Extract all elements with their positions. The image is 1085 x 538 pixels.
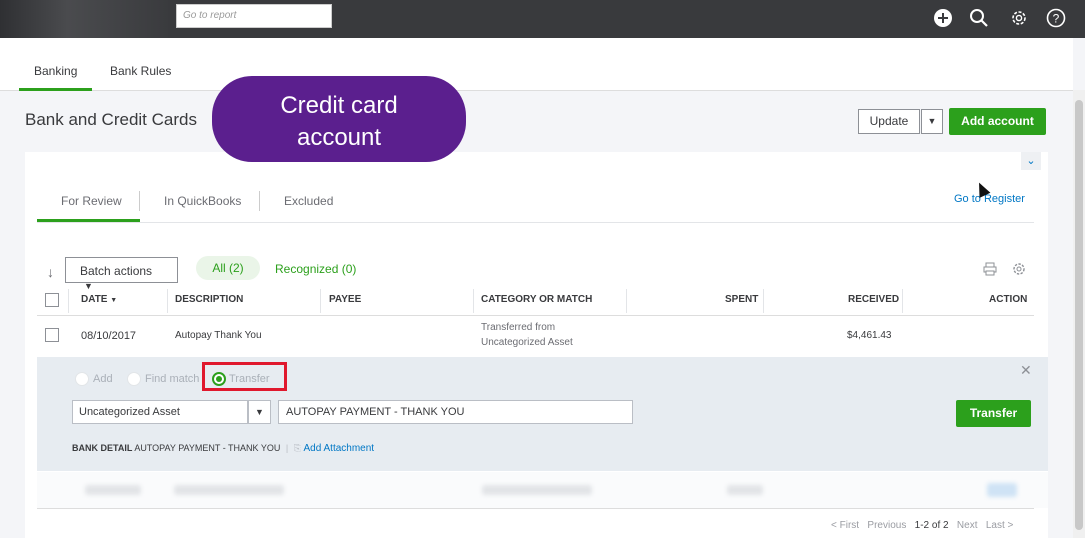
row-category-line-1: Transferred from (481, 322, 556, 333)
go-to-report-search[interactable]: Go to report (176, 4, 332, 28)
update-dropdown-button[interactable]: ▼ (921, 109, 943, 134)
divider (473, 289, 474, 313)
search-icon[interactable] (968, 7, 990, 29)
top-bar: Go to report ? (0, 0, 1085, 38)
column-payee[interactable]: PAYEE (329, 294, 361, 305)
divider (320, 289, 321, 313)
page-scrollbar-thumb[interactable] (1075, 100, 1083, 530)
radio-circle-icon (75, 372, 89, 386)
tab-banking[interactable]: Banking (18, 64, 93, 91)
category-select-toggle[interactable]: ▼ (248, 400, 271, 424)
update-button[interactable]: Update (858, 109, 920, 134)
row-date: 08/10/2017 (81, 330, 137, 342)
row-received: $4,461.43 (847, 330, 892, 341)
paperclip-icon: ⎘ (293, 443, 301, 453)
divider (37, 222, 1034, 223)
column-category[interactable]: CATEGORY OR MATCH (481, 294, 592, 305)
pager-first[interactable]: < First (831, 520, 859, 531)
divider: | (285, 443, 289, 453)
bank-detail-value: AUTOPAY PAYMENT - THANK YOU (134, 443, 281, 453)
table-row[interactable]: 08/10/2017 Autopay Thank You Transferred… (37, 316, 1034, 356)
column-spent[interactable]: SPENT (725, 294, 758, 305)
pager-range: 1-2 of 2 (914, 520, 949, 531)
radio-add-label: Add (93, 372, 113, 385)
category-select[interactable]: Uncategorized Asset (72, 400, 248, 424)
table-row-blurred (37, 472, 1048, 508)
pagination: < First Previous 1-2 of 2 Next Last > (831, 520, 1013, 531)
pager-last[interactable]: Last > (986, 520, 1014, 531)
select-all-checkbox[interactable] (45, 293, 59, 307)
divider (37, 508, 1034, 509)
bank-detail-label: BANK DETAIL (72, 443, 133, 453)
column-date-label: DATE (81, 294, 108, 305)
radio-circle-icon (127, 372, 141, 386)
filter-all[interactable]: All (2) (196, 256, 260, 280)
add-account-button[interactable]: Add account (949, 108, 1046, 135)
banking-tabs: Banking Bank Rules (0, 38, 1073, 91)
tab-for-review[interactable]: For Review (61, 194, 122, 208)
column-description[interactable]: DESCRIPTION (175, 294, 243, 305)
radio-find-match-label: Find match (145, 372, 200, 385)
table-header: DATE ▼ DESCRIPTION PAYEE CATEGORY OR MAT… (37, 287, 1034, 316)
divider (167, 289, 168, 313)
sort-arrow-icon[interactable]: ↓ (47, 264, 54, 280)
divider (763, 289, 764, 313)
tab-bank-rules[interactable]: Bank Rules (110, 64, 171, 78)
tab-excluded[interactable]: Excluded (284, 194, 333, 208)
callout-line-2: account (296, 124, 382, 151)
tab-in-quickbooks[interactable]: In QuickBooks (164, 194, 241, 208)
column-date[interactable]: DATE ▼ (81, 294, 117, 305)
batch-actions-label: Batch actions (80, 264, 153, 278)
sort-down-icon: ▼ (110, 297, 118, 304)
bank-detail: BANK DETAIL AUTOPAY PAYMENT - THANK YOU … (72, 443, 374, 454)
divider (626, 289, 627, 313)
column-action: ACTION (989, 294, 1028, 305)
print-icon[interactable] (983, 262, 997, 281)
add-attachment-link[interactable]: Add Attachment (303, 443, 374, 454)
settings-gear-icon[interactable] (1012, 262, 1026, 281)
close-icon[interactable]: ✕ (1020, 362, 1032, 379)
memo-input[interactable]: AUTOPAY PAYMENT - THANK YOU (278, 400, 633, 424)
go-to-register-link[interactable]: Go to Register (954, 193, 1025, 205)
divider (139, 191, 140, 211)
batch-actions-dropdown[interactable]: Batch actions ▼ (65, 257, 178, 291)
svg-text:?: ? (1053, 12, 1060, 26)
divider (259, 191, 260, 211)
transfer-button[interactable]: Transfer (956, 400, 1031, 427)
chevron-down-icon[interactable]: ⌄ (1021, 152, 1041, 170)
callout-line-1: Credit card (280, 92, 398, 119)
help-icon[interactable]: ? (1045, 7, 1067, 29)
divider (68, 289, 69, 313)
row-description: Autopay Thank You (175, 330, 262, 341)
row-category-line-2: Uncategorized Asset (481, 337, 573, 348)
radio-add[interactable]: Add (75, 372, 113, 386)
plus-circle-icon[interactable] (932, 7, 954, 29)
annotation-highlight-box (202, 362, 287, 391)
filter-recognized[interactable]: Recognized (0) (275, 262, 356, 276)
pager-previous[interactable]: Previous (867, 520, 906, 531)
caret-down-icon: ▼ (255, 407, 264, 417)
gear-icon[interactable] (1008, 7, 1030, 29)
company-logo[interactable] (0, 0, 168, 38)
column-received[interactable]: RECEIVED (848, 294, 899, 305)
row-checkbox[interactable] (45, 328, 59, 342)
pager-next[interactable]: Next (957, 520, 978, 531)
caret-down-icon: ▼ (927, 116, 937, 126)
divider (902, 289, 903, 313)
annotation-callout: Credit card account (212, 76, 466, 162)
radio-find-match[interactable]: Find match (127, 372, 199, 386)
page-title: Bank and Credit Cards (25, 110, 197, 129)
